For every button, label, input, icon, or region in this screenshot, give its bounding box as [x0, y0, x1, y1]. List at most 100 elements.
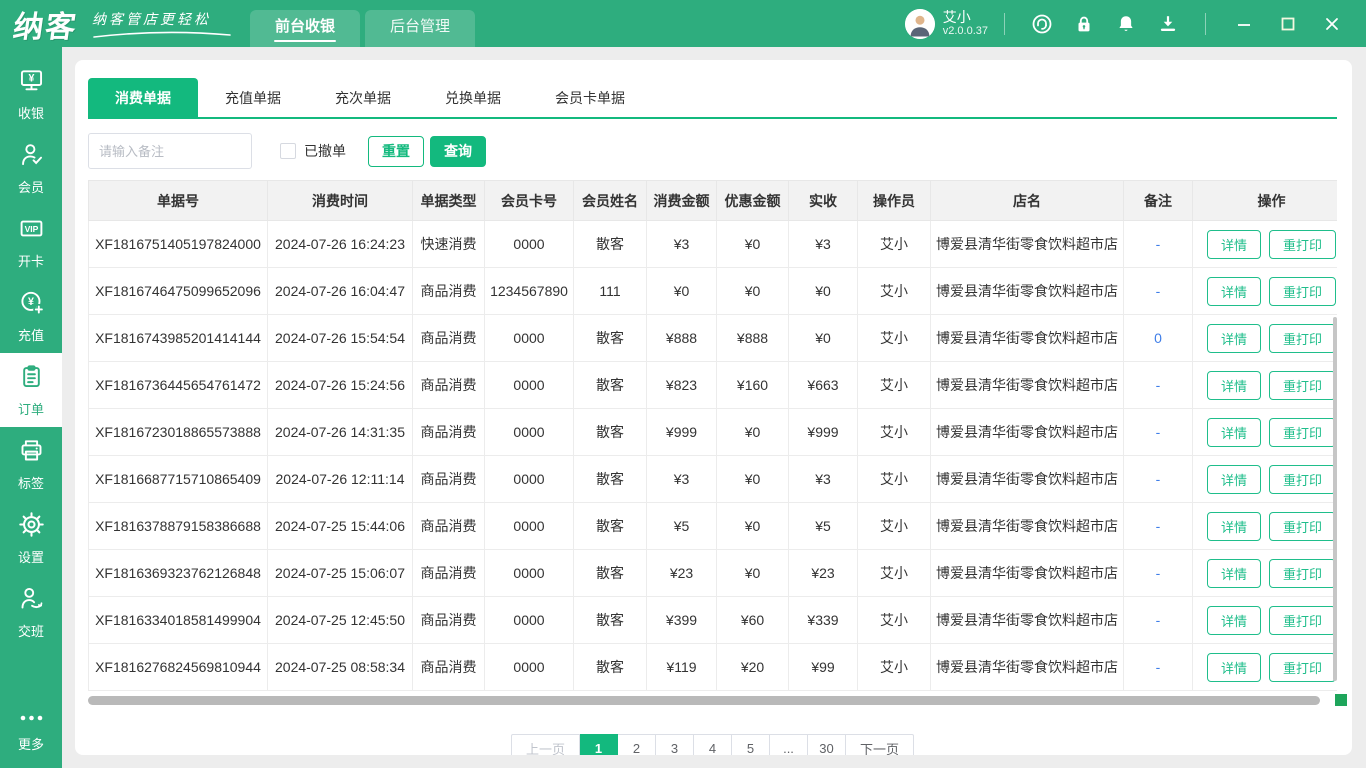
cell-note[interactable]: 0: [1124, 315, 1193, 362]
cell-id: XF1816723018865573888: [89, 409, 268, 456]
reprint-button[interactable]: 重打印: [1269, 418, 1336, 447]
cell-paid: ¥3: [789, 221, 858, 268]
detail-button[interactable]: 详情: [1207, 277, 1261, 306]
cell-id: XF1816378879158386688: [89, 503, 268, 550]
detail-button[interactable]: 详情: [1207, 512, 1261, 541]
note-search-input[interactable]: [88, 133, 252, 169]
cell-store: 博爱县清华街零食饮料超市店: [931, 362, 1124, 409]
cell-card: 0000: [485, 362, 574, 409]
nav-tab-front-cashier[interactable]: 前台收银: [250, 10, 360, 47]
cell-note[interactable]: -: [1124, 456, 1193, 503]
prev-page-button[interactable]: 上一页: [511, 734, 580, 755]
page-button-1[interactable]: 1: [580, 734, 618, 755]
query-button[interactable]: 查询: [430, 136, 486, 167]
cell-amount: ¥3: [647, 221, 717, 268]
cell-store: 博爱县清华街零食饮料超市店: [931, 597, 1124, 644]
page-button-5[interactable]: 5: [732, 734, 770, 755]
tab-exchange-orders[interactable]: 兑换单据: [418, 78, 528, 117]
reprint-button[interactable]: 重打印: [1269, 559, 1336, 588]
column-header-card: 会员卡号: [485, 181, 574, 221]
cell-time: 2024-07-25 15:06:07: [268, 550, 413, 597]
page-ellipsis[interactable]: ...: [770, 734, 808, 755]
detail-button[interactable]: 详情: [1207, 418, 1261, 447]
sidebar-item-cashier[interactable]: ¥ 收银: [0, 57, 62, 131]
sidebar-item-recharge[interactable]: ¥ 充值: [0, 279, 62, 353]
cell-name: 111: [574, 268, 647, 315]
download-icon[interactable]: [1147, 0, 1189, 47]
cell-paid: ¥5: [789, 503, 858, 550]
cell-card: 0000: [485, 456, 574, 503]
cell-note[interactable]: -: [1124, 221, 1193, 268]
page-button-2[interactable]: 2: [618, 734, 656, 755]
reprint-button[interactable]: 重打印: [1269, 606, 1336, 635]
main-content: 消费单据 充值单据 充次单据 兑换单据 会员卡单据 已撤单 重置 查询 单据号消…: [62, 47, 1366, 768]
sidebar-item-orders[interactable]: 订单: [0, 353, 62, 427]
cell-note[interactable]: -: [1124, 409, 1193, 456]
revoked-checkbox[interactable]: [280, 143, 296, 159]
nav-tab-backend[interactable]: 后台管理: [365, 10, 475, 47]
sidebar-item-settings[interactable]: 设置: [0, 501, 62, 575]
page-button-4[interactable]: 4: [694, 734, 732, 755]
detail-button[interactable]: 详情: [1207, 230, 1261, 259]
cell-store: 博爱县清华街零食饮料超市店: [931, 221, 1124, 268]
reprint-button[interactable]: 重打印: [1269, 512, 1336, 541]
tab-member-card-orders[interactable]: 会员卡单据: [528, 78, 652, 117]
sidebar-item-open-card[interactable]: VIP 开卡: [0, 205, 62, 279]
detail-button[interactable]: 详情: [1207, 465, 1261, 494]
detail-button[interactable]: 详情: [1207, 559, 1261, 588]
reprint-button[interactable]: 重打印: [1269, 324, 1336, 353]
detail-button[interactable]: 详情: [1207, 653, 1261, 682]
cell-note[interactable]: -: [1124, 362, 1193, 409]
reset-button[interactable]: 重置: [368, 136, 424, 167]
cell-operator: 艾小: [858, 597, 931, 644]
cell-type: 商品消费: [413, 644, 485, 691]
page-button-3[interactable]: 3: [656, 734, 694, 755]
cell-time: 2024-07-25 12:45:50: [268, 597, 413, 644]
cell-name: 散客: [574, 409, 647, 456]
column-header-name: 会员姓名: [574, 181, 647, 221]
reprint-button[interactable]: 重打印: [1269, 371, 1336, 400]
customer-service-icon[interactable]: [1021, 0, 1063, 47]
cell-note[interactable]: -: [1124, 268, 1193, 315]
bell-icon[interactable]: [1105, 0, 1147, 47]
avatar[interactable]: [905, 9, 935, 39]
table-row: XF18163788791583866882024-07-25 15:44:06…: [89, 503, 1338, 550]
reprint-button[interactable]: 重打印: [1269, 653, 1336, 682]
cell-note[interactable]: -: [1124, 550, 1193, 597]
cell-time: 2024-07-26 16:24:23: [268, 221, 413, 268]
detail-button[interactable]: 详情: [1207, 324, 1261, 353]
cell-paid: ¥663: [789, 362, 858, 409]
cell-note[interactable]: -: [1124, 644, 1193, 691]
cell-type: 商品消费: [413, 550, 485, 597]
cell-id: XF1816743985201414144: [89, 315, 268, 362]
detail-button[interactable]: 详情: [1207, 371, 1261, 400]
cell-note[interactable]: -: [1124, 503, 1193, 550]
maximize-button[interactable]: [1266, 0, 1310, 47]
page-button-30[interactable]: 30: [808, 734, 846, 755]
cell-note[interactable]: -: [1124, 597, 1193, 644]
tab-recharge-orders[interactable]: 充值单据: [198, 78, 308, 117]
reprint-button[interactable]: 重打印: [1269, 277, 1336, 306]
next-page-button[interactable]: 下一页: [846, 734, 914, 755]
sidebar-item-label[interactable]: 标签: [0, 427, 62, 501]
tab-consume-orders[interactable]: 消费单据: [88, 78, 198, 117]
table-body: XF18167514051978240002024-07-26 16:24:23…: [89, 221, 1338, 691]
sidebar-item-member[interactable]: 会员: [0, 131, 62, 205]
close-button[interactable]: [1310, 0, 1354, 47]
divider: [1205, 13, 1206, 35]
column-header-time: 消费时间: [268, 181, 413, 221]
sidebar-item-more[interactable]: 更多: [0, 701, 62, 762]
horizontal-scrollbar[interactable]: [88, 696, 1320, 705]
detail-button[interactable]: 详情: [1207, 606, 1261, 635]
minimize-button[interactable]: [1222, 0, 1266, 47]
sidebar-item-shift[interactable]: 交班: [0, 575, 62, 649]
vertical-scrollbar[interactable]: [1333, 317, 1337, 681]
reprint-button[interactable]: 重打印: [1269, 465, 1336, 494]
titlebar-right: 艾小 v2.0.0.37: [905, 0, 1366, 47]
cell-type: 商品消费: [413, 456, 485, 503]
tab-times-orders[interactable]: 充次单据: [308, 78, 418, 117]
reprint-button[interactable]: 重打印: [1269, 230, 1336, 259]
lock-icon[interactable]: [1063, 0, 1105, 47]
cell-type: 商品消费: [413, 268, 485, 315]
cell-store: 博爱县清华街零食饮料超市店: [931, 268, 1124, 315]
